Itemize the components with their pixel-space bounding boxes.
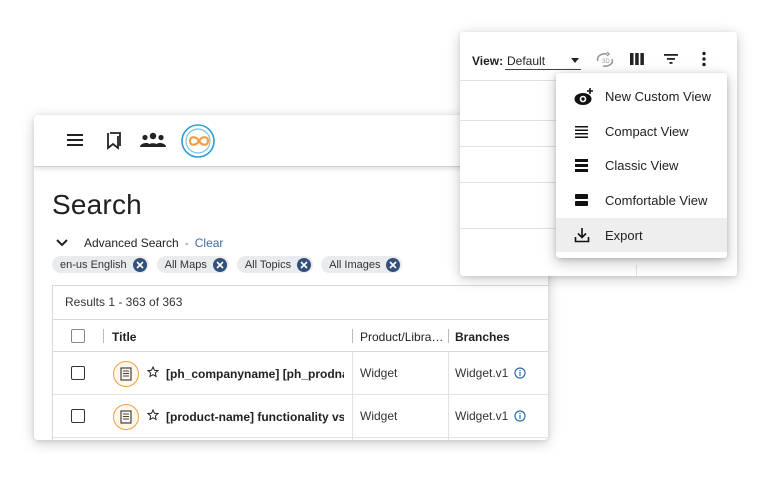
row-checkbox[interactable]	[71, 366, 85, 380]
menu-item-label: Classic View	[605, 158, 679, 173]
eye-add-icon	[574, 88, 593, 105]
filter-chip-maps[interactable]: All Maps	[156, 256, 229, 273]
group-icon[interactable]	[139, 131, 167, 149]
row-product: Widget	[360, 366, 398, 380]
star-icon[interactable]	[147, 409, 159, 421]
info-icon[interactable]	[514, 410, 526, 422]
chip-label: All Topics	[244, 258, 292, 271]
menu-item-compact-view[interactable]: Compact View	[556, 114, 727, 148]
close-icon[interactable]	[132, 257, 147, 272]
view-menu: New Custom View Compact View Classic Vie…	[556, 73, 727, 258]
info-icon[interactable]	[514, 367, 526, 379]
column-divider[interactable]	[448, 329, 449, 343]
menu-item-label: Export	[605, 228, 643, 243]
menu-item-label: New Custom View	[605, 89, 711, 104]
results-table: Results 1 - 363 of 363 Title Product/Lib…	[52, 285, 548, 440]
menu-item-export[interactable]: Export	[556, 218, 727, 252]
row-checkbox[interactable]	[71, 409, 85, 423]
svg-text:3D: 3D	[602, 59, 610, 65]
column-divider	[636, 265, 637, 276]
menu-item-classic-view[interactable]: Classic View	[556, 148, 727, 182]
chevron-down-icon	[56, 239, 68, 247]
compact-lines-icon	[575, 126, 588, 138]
chip-label: All Images	[329, 258, 381, 271]
results-count: Results 1 - 363 of 363	[65, 295, 183, 309]
filter-chips: en-us English All Maps All Topics All Im…	[52, 256, 410, 273]
column-divider	[103, 329, 104, 343]
filter-chip-language[interactable]: en-us English	[52, 256, 149, 273]
select-all-checkbox[interactable]	[71, 329, 85, 343]
column-divider[interactable]	[352, 329, 353, 343]
table-row[interactable]: [product-name] functionality vs. [… Widg…	[53, 395, 548, 438]
menu-item-new-custom-view[interactable]: New Custom View	[556, 79, 727, 113]
view-select-value: Default	[507, 54, 546, 68]
chip-label: All Maps	[164, 258, 207, 271]
column-header-title[interactable]: Title	[112, 330, 136, 344]
row-product: Widget	[360, 409, 398, 423]
menu-item-label: Compact View	[605, 124, 689, 139]
column-header-product[interactable]: Product/Libra…	[360, 330, 443, 344]
filter-chip-topics[interactable]: All Topics	[236, 256, 314, 273]
advanced-search-separator: -	[184, 236, 189, 250]
row-title[interactable]: [product-name] functionality vs. […	[166, 410, 344, 424]
document-icon	[113, 404, 139, 430]
table-row[interactable]: [ph_companyname] [ph_prodna… Widget Widg…	[53, 352, 548, 395]
brand-logo-icon[interactable]	[180, 123, 218, 159]
comfortable-lines-icon	[575, 194, 588, 206]
download-icon	[574, 228, 590, 243]
column-header-branches[interactable]: Branches	[455, 330, 510, 344]
row-title[interactable]: [ph_companyname] [ph_prodna…	[166, 367, 344, 381]
clear-link[interactable]: Clear	[195, 236, 224, 250]
view-toolbar: View: Default 3D	[460, 46, 737, 74]
view-select[interactable]: Default	[505, 50, 581, 70]
advanced-search-label[interactable]: Advanced Search	[84, 236, 179, 250]
close-icon[interactable]	[297, 257, 312, 272]
classic-lines-icon	[575, 159, 588, 172]
document-icon	[113, 361, 139, 387]
star-icon[interactable]	[147, 366, 159, 378]
menu-item-label: Comfortable View	[605, 193, 708, 208]
advanced-search-toggle[interactable]: Advanced Search - Clear	[54, 235, 223, 251]
filter-chip-images[interactable]: All Images	[321, 256, 403, 273]
dropdown-caret-icon	[571, 58, 579, 63]
row-branch: Widget.v1	[455, 366, 509, 380]
menu-item-comfortable-view[interactable]: Comfortable View	[556, 183, 727, 217]
table-header: Title Product/Libra… Branches	[53, 319, 548, 352]
view-label: View:	[472, 54, 504, 68]
bookmarks-icon[interactable]	[106, 131, 122, 151]
hamburger-icon[interactable]	[66, 131, 84, 149]
close-icon[interactable]	[212, 257, 227, 272]
columns-icon[interactable]	[629, 52, 645, 66]
row-branch: Widget.v1	[455, 409, 509, 423]
chip-label: en-us English	[60, 258, 127, 271]
filter-icon[interactable]	[663, 52, 679, 66]
close-icon[interactable]	[386, 257, 401, 272]
rotate-3d-icon[interactable]: 3D	[594, 50, 616, 70]
page-title: Search	[52, 189, 142, 220]
more-vert-icon[interactable]	[701, 51, 707, 67]
